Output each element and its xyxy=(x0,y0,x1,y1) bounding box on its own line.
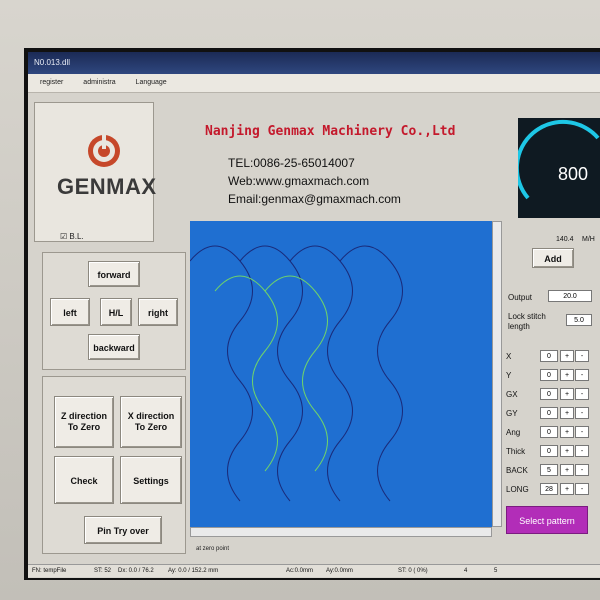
param-plus-y[interactable]: + xyxy=(560,369,574,381)
select-pattern-button[interactable]: Select pattern xyxy=(506,506,588,534)
status-p2: 5 xyxy=(494,568,498,574)
param-plus-back[interactable]: + xyxy=(560,464,574,476)
gauge-unit: M/H xyxy=(582,236,595,243)
param-minus-y[interactable]: - xyxy=(575,369,589,381)
param-label-thick: Thick xyxy=(506,447,526,456)
gauge-value: 800 xyxy=(558,164,589,184)
pattern-svg xyxy=(189,245,403,502)
status-st: ST: 52 xyxy=(94,568,112,574)
param-minus-gy[interactable]: - xyxy=(575,407,589,419)
genmax-logo-icon xyxy=(88,135,120,167)
z-direction-zero-button[interactable]: Z direction To Zero xyxy=(54,396,114,448)
param-plus-gx[interactable]: + xyxy=(560,388,574,400)
checkbox-icon: ☑ xyxy=(60,232,70,241)
param-plus-ang[interactable]: + xyxy=(560,426,574,438)
lock-stitch-label: Lock stitch length xyxy=(508,312,546,331)
check-button[interactable]: Check xyxy=(54,456,114,504)
status-bar: FN: tempFile ST: 52 Dx: 0.0 / 76.2 Ay: 0… xyxy=(28,564,600,577)
param-value-thick[interactable]: 0 xyxy=(540,445,558,457)
status-st2: ST: 0 ( 0%) xyxy=(398,568,428,574)
param-label-back: BACK xyxy=(506,466,528,475)
param-value-ang[interactable]: 0 xyxy=(540,426,558,438)
param-plus-thick[interactable]: + xyxy=(560,445,574,457)
status-ac: Ac:0.0mm xyxy=(286,568,314,574)
param-label-y: Y xyxy=(506,371,512,380)
param-plus-x[interactable]: + xyxy=(560,350,574,362)
param-label-gy: GY xyxy=(506,409,518,418)
lock-stitch-field[interactable]: 5.0 xyxy=(566,314,592,326)
bl-label: B.L. xyxy=(69,232,84,241)
speed-gauge: 800 xyxy=(514,118,600,218)
menu-administra[interactable]: administra xyxy=(83,79,115,86)
menu-language[interactable]: Language xyxy=(136,79,167,86)
web-text: Web:www.gmaxmach.com xyxy=(228,174,370,188)
forward-button[interactable]: forward xyxy=(88,261,140,287)
add-button[interactable]: Add xyxy=(532,248,574,268)
status-dx: Dx: 0.0 / 76.2 xyxy=(118,568,154,574)
param-minus-long[interactable]: - xyxy=(575,483,589,495)
menu-bar: register administra Language xyxy=(28,74,600,93)
settings-button[interactable]: Settings xyxy=(120,456,182,504)
status-p1: 4 xyxy=(464,568,468,574)
param-minus-back[interactable]: - xyxy=(575,464,589,476)
status-ay: Ay:0.0mm xyxy=(326,568,353,574)
canvas-status: at zero point xyxy=(196,546,230,552)
param-label-gx: GX xyxy=(506,390,518,399)
canvas-hscroll[interactable] xyxy=(190,527,492,537)
param-minus-thick[interactable]: - xyxy=(575,445,589,457)
param-value-back[interactable]: 5 xyxy=(540,464,558,476)
menu-register[interactable]: register xyxy=(40,79,63,86)
param-minus-gx[interactable]: - xyxy=(575,388,589,400)
param-value-gy[interactable]: 0 xyxy=(540,407,558,419)
param-plus-gy[interactable]: + xyxy=(560,407,574,419)
backward-button[interactable]: backward xyxy=(88,334,140,360)
window-title: N0.013.dll xyxy=(34,58,71,67)
param-label-x: X xyxy=(506,352,512,361)
left-button[interactable]: left xyxy=(50,298,90,326)
pin-try-over-button[interactable]: Pin Try over xyxy=(84,516,162,544)
pattern-canvas[interactable] xyxy=(189,221,492,527)
window-titlebar: N0.013.dll xyxy=(28,52,600,74)
tel-text: TEL:0086-25-65014007 xyxy=(228,156,355,170)
canvas-vscroll[interactable] xyxy=(492,221,502,527)
output-field[interactable]: 20.0 xyxy=(548,290,592,302)
status-dy: Ay: 0.0 / 152.2 mm xyxy=(168,568,219,574)
param-label-ang: Ang xyxy=(506,428,521,437)
logo-text: GENMAX xyxy=(57,174,157,199)
param-value-long[interactable]: 28 xyxy=(540,483,558,495)
x-direction-zero-button[interactable]: X direction To Zero xyxy=(120,396,182,448)
param-label-long: LONG xyxy=(506,485,529,494)
gauge-speed: 140.4 xyxy=(556,236,574,243)
bl-checkbox[interactable]: ☑ B.L. xyxy=(60,232,84,241)
param-plus-long[interactable]: + xyxy=(560,483,574,495)
param-minus-x[interactable]: - xyxy=(575,350,589,362)
status-file: FN: tempFile xyxy=(32,568,67,574)
hl-button[interactable]: H/L xyxy=(100,298,132,326)
company-name: Nanjing Genmax Machinery Co.,Ltd xyxy=(205,124,456,139)
param-minus-ang[interactable]: - xyxy=(575,426,589,438)
right-button[interactable]: right xyxy=(138,298,178,326)
param-value-y[interactable]: 0 xyxy=(540,369,558,381)
param-value-x[interactable]: 0 xyxy=(540,350,558,362)
param-value-gx[interactable]: 0 xyxy=(540,388,558,400)
output-label: Output xyxy=(508,293,533,302)
logo-panel xyxy=(34,102,154,242)
email-text: Email:genmax@gmaxmach.com xyxy=(228,192,401,206)
